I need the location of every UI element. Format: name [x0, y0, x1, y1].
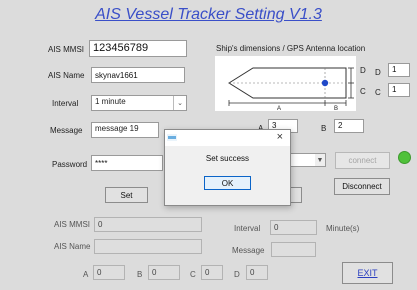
set-success-dialog: × Set success OK — [164, 129, 291, 206]
app-icon — [167, 134, 177, 141]
interval-label: Interval — [52, 99, 79, 108]
readback-a-field: 0 — [93, 265, 125, 280]
readback-interval-unit: Minute(s) — [326, 224, 360, 233]
message-label: Message — [50, 126, 83, 135]
readback-c-label: C — [190, 270, 196, 279]
name-label: AIS Name — [48, 71, 85, 80]
set-button[interactable]: Set — [105, 187, 148, 203]
dropdown-arrow-icon: ▼ — [315, 154, 325, 166]
readback-d-label: D — [234, 270, 240, 279]
readback-name-label: AIS Name — [54, 242, 91, 251]
connect-button[interactable]: connect — [335, 152, 390, 169]
readback-message-label: Message — [232, 246, 265, 255]
password-input[interactable]: **** — [91, 155, 163, 171]
mmsi-input[interactable]: 123456789 — [89, 40, 187, 57]
d-input[interactable]: 1 — [388, 63, 410, 77]
b-input[interactable]: 2 — [334, 119, 364, 133]
readback-message-field — [271, 242, 316, 257]
readback-interval-field: 0 — [270, 220, 317, 235]
dialog-message: Set success — [205, 154, 250, 163]
dimensions-heading: Ship's dimensions / GPS Antenna location — [216, 44, 366, 53]
readback-d-field: 0 — [246, 265, 268, 280]
dialog-titlebar: × — [165, 130, 290, 146]
readback-c-field: 0 — [201, 265, 223, 280]
port-select[interactable]: ▼ — [288, 153, 326, 167]
disconnect-button[interactable]: Disconnect — [334, 178, 390, 195]
app-title: AIS Vessel Tracker Setting V1.3 — [95, 6, 322, 23]
chevron-down-icon: ⌄ — [173, 96, 186, 110]
c-input[interactable]: 1 — [388, 83, 410, 97]
readback-name-field — [94, 239, 202, 254]
password-label: Password — [52, 160, 88, 169]
readback-a-label: A — [83, 270, 89, 279]
name-input[interactable]: skynav1661 — [91, 67, 185, 83]
ship-diagram: A B — [215, 56, 356, 111]
diagram-label-b: B — [334, 106, 338, 111]
exit-button[interactable]: EXIT — [342, 262, 393, 284]
c-label: C — [375, 88, 381, 97]
readback-mmsi-label: AIS MMSI — [54, 220, 91, 229]
readback-b-label: B — [137, 270, 143, 279]
readback-interval-label: Interval — [234, 224, 261, 233]
diagram-label-a: A — [277, 106, 281, 111]
diagram-label-d: D — [360, 66, 366, 75]
message-select-value: message 19 — [95, 124, 139, 133]
gps-antenna-marker — [321, 79, 329, 87]
dialog-body: Set success OK — [165, 146, 290, 205]
diagram-label-c: C — [360, 87, 366, 96]
readback-mmsi-field: 0 — [94, 217, 202, 232]
connection-status-indicator — [398, 151, 411, 164]
interval-select[interactable]: 1 minute ⌄ — [91, 95, 187, 111]
mmsi-label: AIS MMSI — [48, 45, 85, 54]
ok-button[interactable]: OK — [204, 176, 251, 190]
interval-select-value: 1 minute — [95, 97, 126, 106]
message-select[interactable]: message 19 — [91, 122, 159, 138]
readback-b-field: 0 — [148, 265, 180, 280]
b-label: B — [321, 124, 327, 133]
d-label: D — [375, 68, 381, 77]
close-icon[interactable]: × — [277, 130, 283, 145]
